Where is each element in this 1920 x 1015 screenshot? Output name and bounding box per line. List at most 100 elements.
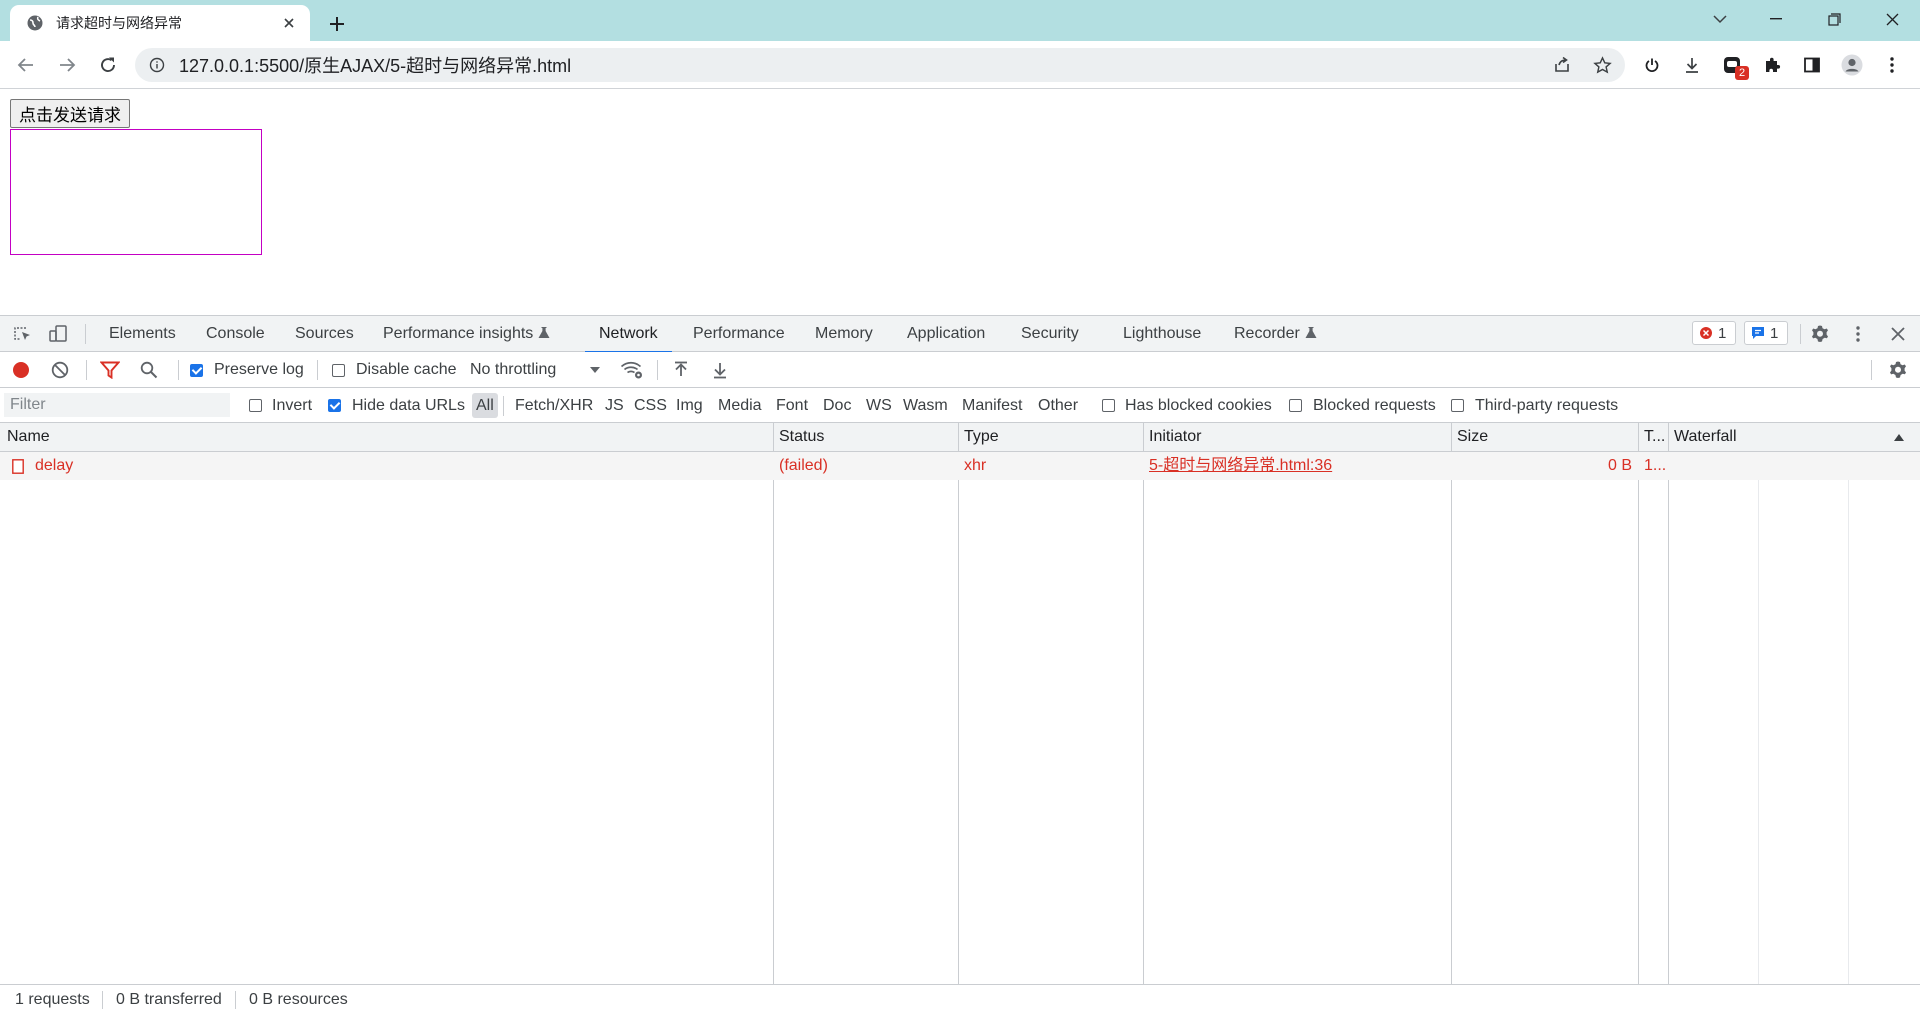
tab-sources[interactable]: Sources — [295, 316, 354, 352]
tab-lighthouse[interactable]: Lighthouse — [1123, 316, 1201, 352]
globe-icon — [26, 14, 44, 32]
third-party-requests-label: Third-party requests — [1475, 397, 1619, 414]
site-info-icon[interactable] — [149, 57, 165, 73]
tab-recorder[interactable]: Recorder — [1234, 316, 1317, 352]
filter-input[interactable] — [4, 393, 230, 417]
column-initiator[interactable]: Initiator — [1149, 423, 1201, 451]
invert-label: Invert — [272, 397, 313, 414]
messages-counter[interactable]: 1 — [1744, 321, 1788, 345]
profile-avatar-icon[interactable] — [1836, 49, 1868, 81]
browser-tab-active[interactable]: 请求超时与网络异常 — [10, 5, 310, 41]
type-filter-ws[interactable]: WS — [862, 393, 896, 418]
type-filter-img[interactable]: Img — [672, 393, 707, 418]
page-content: 点击发送请求 — [0, 89, 1920, 315]
type-filter-media[interactable]: Media — [714, 393, 766, 418]
tab-network[interactable]: Network — [585, 316, 672, 353]
request-time: 1... — [1644, 457, 1667, 474]
invert-checkbox[interactable] — [249, 399, 262, 412]
export-har-icon[interactable] — [709, 360, 731, 380]
errors-counter[interactable]: 1 — [1692, 321, 1736, 345]
experiment-flask-icon — [1305, 326, 1317, 339]
tab-security[interactable]: Security — [1021, 316, 1079, 352]
settings-gear-icon[interactable] — [1808, 322, 1832, 346]
message-icon — [1751, 326, 1765, 340]
tab-performance[interactable]: Performance — [693, 316, 785, 352]
search-icon[interactable] — [138, 360, 160, 380]
filter-funnel-icon[interactable] — [99, 360, 121, 380]
tab-recorder-label: Recorder — [1234, 325, 1300, 342]
disable-cache-checkbox[interactable] — [332, 364, 345, 377]
back-icon[interactable] — [10, 49, 42, 81]
type-filter-doc[interactable]: Doc — [819, 393, 855, 418]
type-filter-wasm[interactable]: Wasm — [899, 393, 952, 418]
request-size: 0 B — [1607, 457, 1632, 474]
minimize-icon[interactable] — [1748, 0, 1804, 38]
import-har-icon[interactable] — [670, 360, 692, 380]
devtools-tab-bar: Elements Console Sources Performance ins… — [0, 316, 1920, 353]
network-settings-gear-icon[interactable] — [1886, 358, 1910, 382]
tab-search-icon[interactable] — [1692, 0, 1748, 38]
throttling-select[interactable]: No throttling — [470, 352, 556, 388]
third-party-requests-checkbox[interactable] — [1451, 399, 1464, 412]
request-name: delay — [35, 457, 74, 474]
inspect-element-icon[interactable] — [10, 324, 34, 344]
summary-requests: 1 requests — [15, 991, 90, 1008]
column-status[interactable]: Status — [779, 423, 824, 451]
type-filter-css[interactable]: CSS — [630, 393, 671, 418]
close-devtools-icon[interactable] — [1886, 322, 1910, 346]
clear-icon[interactable] — [49, 360, 71, 380]
type-filter-js[interactable]: JS — [601, 393, 628, 418]
download-icon[interactable] — [1676, 49, 1708, 81]
url-text: 127.0.0.1:5500/原生AJAX/5-超时与网络异常.html — [179, 56, 572, 76]
type-filter-fetch-xhr[interactable]: Fetch/XHR — [511, 393, 597, 418]
type-filter-manifest[interactable]: Manifest — [958, 393, 1026, 418]
new-tab-button[interactable] — [322, 9, 352, 39]
type-filter-other[interactable]: Other — [1034, 393, 1082, 418]
hide-data-urls-label: Hide data URLs — [352, 397, 465, 414]
extensions-puzzle-icon[interactable] — [1756, 49, 1788, 81]
reload-icon[interactable] — [92, 49, 124, 81]
bookmark-star-icon[interactable] — [1586, 49, 1618, 81]
type-filter-all[interactable]: All — [472, 393, 498, 418]
column-name[interactable]: Name — [7, 423, 50, 451]
devtools-menu-icon[interactable] — [1848, 322, 1868, 346]
send-request-button[interactable]: 点击发送请求 — [10, 99, 130, 128]
request-initiator[interactable]: 5-超时与网络异常.html:36 — [1149, 452, 1332, 480]
network-conditions-icon[interactable] — [618, 359, 646, 381]
request-type: xhr — [964, 457, 987, 474]
preserve-log-label: Preserve log — [214, 361, 304, 378]
column-size[interactable]: Size — [1457, 423, 1488, 451]
has-blocked-cookies-checkbox[interactable] — [1102, 399, 1115, 412]
close-window-icon[interactable] — [1864, 0, 1920, 38]
initiator-link[interactable]: 5-超时与网络异常.html:36 — [1149, 457, 1332, 474]
tab-elements[interactable]: Elements — [109, 316, 176, 352]
close-tab-icon[interactable] — [278, 12, 300, 34]
tab-memory[interactable]: Memory — [815, 316, 873, 352]
messages-count: 1 — [1770, 324, 1779, 342]
blocked-requests-checkbox[interactable] — [1289, 399, 1302, 412]
sort-ascending-icon[interactable] — [1892, 431, 1906, 443]
record-icon[interactable] — [10, 360, 32, 380]
experiment-flask-icon — [538, 326, 550, 339]
forward-icon[interactable] — [51, 49, 83, 81]
hide-data-urls-checkbox[interactable] — [328, 399, 341, 412]
device-toolbar-icon[interactable] — [46, 324, 70, 344]
browser-menu-icon[interactable] — [1876, 49, 1908, 81]
column-type[interactable]: Type — [964, 423, 999, 451]
table-row[interactable]: delay (failed) xhr 5-超时与网络异常.html:36 0 B… — [0, 452, 1920, 480]
restore-icon[interactable] — [1806, 0, 1862, 38]
type-filter-font[interactable]: Font — [772, 393, 812, 418]
address-bar[interactable]: 127.0.0.1:5500/原生AJAX/5-超时与网络异常.html — [135, 48, 1625, 82]
power-icon[interactable] — [1636, 49, 1668, 81]
preserve-log-checkbox[interactable] — [190, 364, 203, 377]
tab-application[interactable]: Application — [907, 316, 985, 352]
share-icon[interactable] — [1546, 49, 1578, 81]
summary-resources: 0 B resources — [249, 991, 348, 1008]
tab-console[interactable]: Console — [206, 316, 265, 352]
tab-performance-insights[interactable]: Performance insights — [383, 316, 550, 352]
tab-performance-insights-label: Performance insights — [383, 325, 534, 342]
dropdown-arrow-icon[interactable] — [588, 365, 602, 375]
column-waterfall[interactable]: Waterfall — [1674, 423, 1737, 451]
side-panel-icon[interactable] — [1796, 49, 1828, 81]
column-time[interactable]: T... — [1644, 423, 1665, 451]
